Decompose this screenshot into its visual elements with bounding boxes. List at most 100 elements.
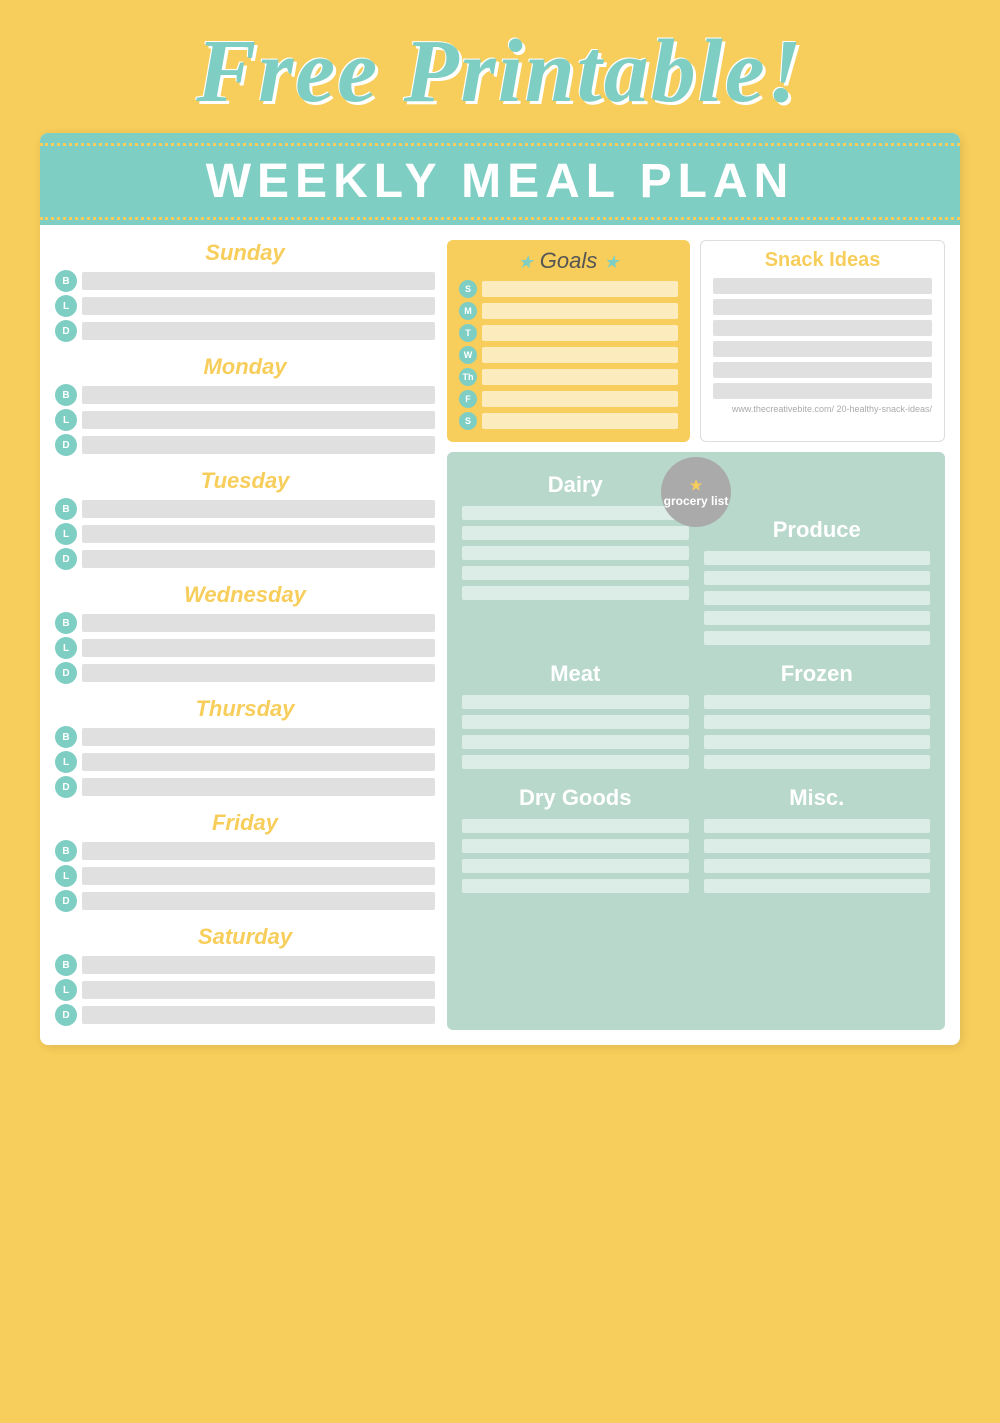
- dry-line-4[interactable]: [462, 879, 689, 893]
- day-thursday: Thursday B L D: [55, 696, 435, 798]
- snack-line-5[interactable]: [713, 362, 932, 378]
- meat-line-3[interactable]: [462, 735, 689, 749]
- card-header: WEEKLY MEAL PLAN: [40, 133, 960, 225]
- dry-line-3[interactable]: [462, 859, 689, 873]
- produce-line-2[interactable]: [704, 571, 931, 585]
- sat-l-row: L: [55, 979, 435, 1001]
- day-wednesday: Wednesday B L D: [55, 582, 435, 684]
- weekly-meal-plan-title: WEEKLY MEAL PLAN: [206, 155, 795, 208]
- grocery-dairy: Dairy: [462, 472, 689, 606]
- dairy-line-5[interactable]: [462, 586, 689, 600]
- monday-dinner-line[interactable]: [82, 436, 435, 454]
- produce-line-5[interactable]: [704, 631, 931, 645]
- day-friday: Friday B L D: [55, 810, 435, 912]
- dairy-line-2[interactable]: [462, 526, 689, 540]
- misc-title: Misc.: [704, 785, 931, 811]
- sat-l-line[interactable]: [82, 981, 435, 999]
- misc-line-1[interactable]: [704, 819, 931, 833]
- fri-d-line[interactable]: [82, 892, 435, 910]
- frozen-line-2[interactable]: [704, 715, 931, 729]
- tuesday-title: Tuesday: [55, 468, 435, 494]
- misc-line-3[interactable]: [704, 859, 931, 873]
- wednesday-title: Wednesday: [55, 582, 435, 608]
- monday-breakfast-line[interactable]: [82, 386, 435, 404]
- misc-line-4[interactable]: [704, 879, 931, 893]
- sat-d-row: D: [55, 1004, 435, 1026]
- thu-d-row: D: [55, 776, 435, 798]
- main-card: WEEKLY MEAL PLAN Sunday B L: [40, 133, 960, 1045]
- goals-box: ★ Goals ★ S M T: [447, 240, 690, 442]
- frozen-line-1[interactable]: [704, 695, 931, 709]
- goals-w-line[interactable]: [482, 347, 678, 363]
- goals-s-line[interactable]: [482, 281, 678, 297]
- saturday-title: Saturday: [55, 924, 435, 950]
- dry-line-1[interactable]: [462, 819, 689, 833]
- goals-w-row: W: [459, 346, 678, 364]
- thu-d-line[interactable]: [82, 778, 435, 796]
- sat-b-line[interactable]: [82, 956, 435, 974]
- grocery-label: grocery list: [664, 494, 729, 508]
- dairy-line-1[interactable]: [462, 506, 689, 520]
- goals-th-line[interactable]: [482, 369, 678, 385]
- fri-l-line[interactable]: [82, 867, 435, 885]
- dairy-line-3[interactable]: [462, 546, 689, 560]
- wed-d-badge: D: [55, 662, 77, 684]
- wed-l-badge: L: [55, 637, 77, 659]
- produce-line-3[interactable]: [704, 591, 931, 605]
- snack-line-4[interactable]: [713, 341, 932, 357]
- thu-d-badge: D: [55, 776, 77, 798]
- tuesday-d-badge: D: [55, 548, 77, 570]
- fri-b-line[interactable]: [82, 842, 435, 860]
- wed-d-line[interactable]: [82, 664, 435, 682]
- goals-th-row: Th: [459, 368, 678, 386]
- grocery-misc: Misc.: [704, 785, 931, 899]
- snack-line-1[interactable]: [713, 278, 932, 294]
- sat-d-line[interactable]: [82, 1006, 435, 1024]
- tuesday-d-line[interactable]: [82, 550, 435, 568]
- dinner-badge: D: [55, 320, 77, 342]
- produce-line-1[interactable]: [704, 551, 931, 565]
- frozen-line-3[interactable]: [704, 735, 931, 749]
- monday-title: Monday: [55, 354, 435, 380]
- thu-b-line[interactable]: [82, 728, 435, 746]
- snack-line-2[interactable]: [713, 299, 932, 315]
- meat-line-4[interactable]: [462, 755, 689, 769]
- wed-l-line[interactable]: [82, 639, 435, 657]
- goals-m-line[interactable]: [482, 303, 678, 319]
- sunday-dinner-line[interactable]: [82, 322, 435, 340]
- tuesday-l-line[interactable]: [82, 525, 435, 543]
- monday-lunch-line[interactable]: [82, 411, 435, 429]
- right-column: ★ Goals ★ S M T: [447, 240, 945, 1030]
- goals-s2-badge: S: [459, 412, 477, 430]
- snack-line-3[interactable]: [713, 320, 932, 336]
- misc-line-2[interactable]: [704, 839, 931, 853]
- sat-d-badge: D: [55, 1004, 77, 1026]
- goals-f-line[interactable]: [482, 391, 678, 407]
- days-column: Sunday B L D: [55, 240, 435, 1030]
- dry-line-2[interactable]: [462, 839, 689, 853]
- dairy-line-4[interactable]: [462, 566, 689, 580]
- wed-b-line[interactable]: [82, 614, 435, 632]
- goals-m-row: M: [459, 302, 678, 320]
- snack-box: Snack Ideas www.thecreativebite.com/ 20-…: [700, 240, 945, 442]
- goals-t-line[interactable]: [482, 325, 678, 341]
- frozen-line-4[interactable]: [704, 755, 931, 769]
- goals-s2-row: S: [459, 412, 678, 430]
- grocery-dry-goods: Dry Goods: [462, 785, 689, 899]
- produce-line-4[interactable]: [704, 611, 931, 625]
- thu-b-badge: B: [55, 726, 77, 748]
- sunday-breakfast-line[interactable]: [82, 272, 435, 290]
- goals-s2-line[interactable]: [482, 413, 678, 429]
- monday-lunch-row: L: [55, 409, 435, 431]
- sunday-lunch-line[interactable]: [82, 297, 435, 315]
- meat-line-1[interactable]: [462, 695, 689, 709]
- thu-l-line[interactable]: [82, 753, 435, 771]
- meat-line-2[interactable]: [462, 715, 689, 729]
- monday-breakfast-badge: B: [55, 384, 77, 406]
- goals-header: ★ Goals ★: [459, 248, 678, 274]
- tuesday-b-line[interactable]: [82, 500, 435, 518]
- sat-b-badge: B: [55, 954, 77, 976]
- snack-line-6[interactable]: [713, 383, 932, 399]
- meat-title: Meat: [462, 661, 689, 687]
- goals-t-row: T: [459, 324, 678, 342]
